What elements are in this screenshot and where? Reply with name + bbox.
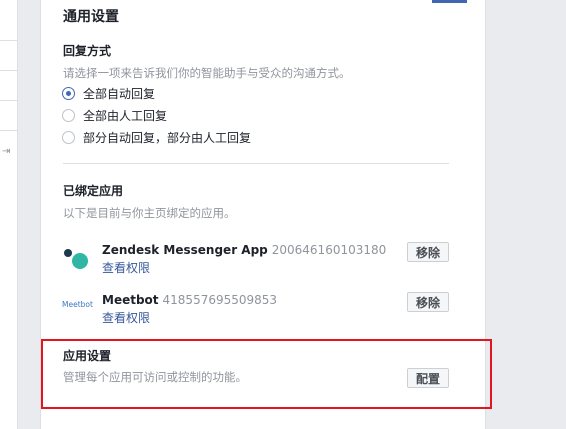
- highlight-annotation-box: [41, 339, 492, 409]
- top-accent-bar: [432, 0, 467, 3]
- sidebar-divider: [0, 100, 17, 101]
- page-title: 通用设置: [63, 9, 119, 25]
- app-id: 200646160103180: [271, 243, 387, 257]
- bound-apps-description: 以下是目前与你主页绑定的应用。: [63, 206, 236, 220]
- view-permissions-link[interactable]: 查看权限: [102, 309, 150, 326]
- radio-option-partial[interactable]: 部分自动回复，部分由人工回复: [62, 128, 251, 146]
- left-sidebar: ⇥: [0, 0, 18, 429]
- logout-icon[interactable]: ⇥: [2, 147, 12, 157]
- radio-label: 全部自动回复: [83, 86, 156, 101]
- remove-button[interactable]: 移除: [407, 292, 450, 312]
- logo-dot-teal: [72, 253, 88, 269]
- app-row-zendesk: Zendesk Messenger App 200646160103180 查看权…: [62, 242, 452, 278]
- reply-mode-title: 回复方式: [63, 44, 112, 58]
- meetbot-logo-icon: Meetbot: [62, 292, 93, 322]
- radio-label: 部分自动回复，部分由人工回复: [83, 130, 252, 145]
- sidebar-divider: [0, 130, 17, 131]
- remove-button[interactable]: 移除: [407, 242, 450, 262]
- logo-dot-dark: [64, 249, 72, 257]
- reply-mode-description: 请选择一项来告诉我们你的智能助手与受众的沟通方式。: [63, 66, 351, 80]
- app-row-meetbot: Meetbot Meetbot 418557695509853 查看权限: [62, 292, 452, 328]
- radio-button-checked[interactable]: [62, 86, 75, 100]
- section-divider: [63, 163, 449, 164]
- app-id: 418557695509853: [162, 293, 278, 307]
- view-permissions-link[interactable]: 查看权限: [102, 259, 150, 276]
- app-name: Meetbot 418557695509853: [102, 293, 277, 307]
- sidebar-divider: [0, 70, 17, 71]
- bound-apps-title: 已绑定应用: [63, 184, 124, 198]
- zendesk-logo-icon: [62, 242, 92, 272]
- app-name-text: Zendesk Messenger App: [102, 243, 268, 257]
- meetbot-logo-text: Meetbot: [62, 300, 93, 309]
- page: ⇥ 通用设置 回复方式 请选择一项来告诉我们你的智能助手与受众的沟通方式。 全部…: [0, 0, 566, 429]
- radio-button[interactable]: [62, 130, 75, 144]
- app-name: Zendesk Messenger App 200646160103180: [102, 243, 386, 257]
- radio-option-manual[interactable]: 全部由人工回复: [62, 106, 167, 124]
- sidebar-divider: [0, 40, 17, 41]
- radio-label: 全部由人工回复: [83, 108, 168, 123]
- app-name-text: Meetbot: [102, 293, 159, 307]
- radio-button[interactable]: [62, 108, 75, 122]
- radio-option-auto[interactable]: 全部自动回复: [62, 84, 155, 102]
